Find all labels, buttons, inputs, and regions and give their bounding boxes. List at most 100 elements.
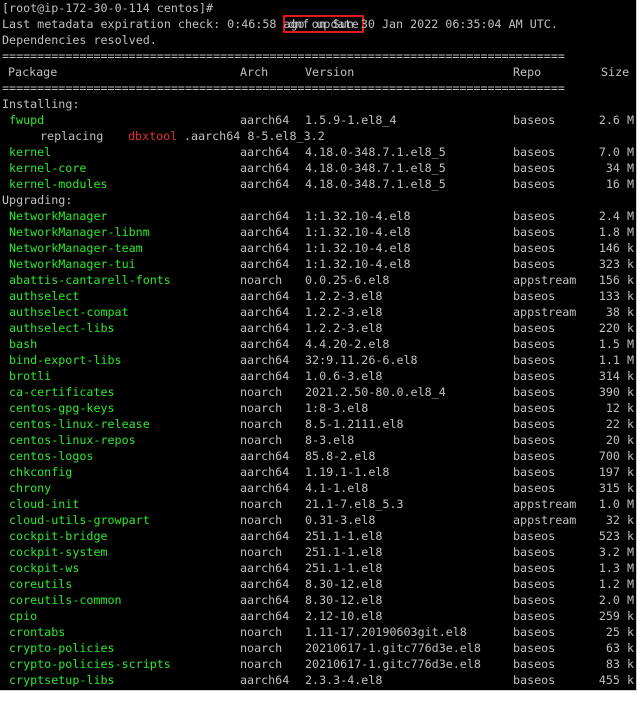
package-version: 1.11-17.20190603git.el8 bbox=[305, 625, 467, 639]
package-arch: aarch64 bbox=[240, 481, 290, 495]
package-repo: baseos bbox=[513, 161, 556, 175]
installing-list: fwupd aarch64 1.5.9-1.el8_4 baseos 2.6 M bbox=[0, 112, 636, 128]
package-size: 220 k bbox=[598, 321, 634, 335]
package-repo: appstream bbox=[513, 273, 577, 287]
package-row: chkconfig aarch64 1.19.1-1.el8 baseos 197 k bbox=[0, 464, 636, 480]
package-version: 4.18.0-348.7.1.el8_5 bbox=[305, 177, 446, 191]
package-arch: aarch64 bbox=[240, 241, 290, 255]
package-version: 2.3.3-4.el8 bbox=[305, 673, 383, 687]
metadata-text: Last metadata expiration check: 0:46:58 … bbox=[2, 17, 558, 31]
package-name: kernel bbox=[9, 145, 52, 159]
package-arch: aarch64 bbox=[240, 145, 290, 159]
package-size: 1.5 M bbox=[598, 337, 634, 351]
package-size: 3.2 M bbox=[598, 545, 634, 559]
package-arch: aarch64 bbox=[240, 449, 290, 463]
package-arch: noarch bbox=[240, 401, 283, 415]
package-repo: appstream bbox=[513, 305, 577, 319]
package-name: chrony bbox=[9, 481, 52, 495]
package-arch: aarch64 bbox=[240, 113, 290, 127]
package-version: 1.2.2-3.el8 bbox=[305, 289, 383, 303]
package-size: 133 k bbox=[598, 289, 634, 303]
package-arch: aarch64 bbox=[240, 465, 290, 479]
package-row: authselect-compat aarch64 1.2.2-3.el8 appst… bbox=[0, 304, 636, 320]
package-size: 22 k bbox=[605, 417, 634, 431]
package-repo: baseos bbox=[513, 433, 556, 447]
package-arch: aarch64 bbox=[240, 673, 290, 687]
package-version: 32:9.11.26-6.el8 bbox=[305, 353, 418, 367]
package-arch: noarch bbox=[240, 273, 283, 287]
package-size: 34 M bbox=[605, 161, 634, 175]
package-name: cpio bbox=[9, 609, 38, 623]
package-name: fwupd bbox=[9, 113, 45, 127]
package-size: 16 M bbox=[605, 177, 634, 191]
package-size: 390 k bbox=[598, 385, 634, 399]
package-version: 4.18.0-348.7.1.el8_5 bbox=[305, 145, 446, 159]
package-repo: baseos bbox=[513, 545, 556, 559]
package-size: 12 k bbox=[605, 401, 634, 415]
package-size: 20 k bbox=[605, 433, 634, 447]
package-version: 20210617-1.gitc776d3e.el8 bbox=[305, 657, 481, 671]
package-arch: aarch64 bbox=[240, 209, 290, 223]
package-size: 314 k bbox=[598, 369, 634, 383]
package-name: crypto-policies-scripts bbox=[9, 657, 171, 671]
package-repo: baseos bbox=[513, 225, 556, 239]
package-arch: noarch bbox=[240, 657, 283, 671]
package-name: abattis-cantarell-fonts bbox=[9, 273, 171, 287]
package-row: NetworkManager-tui aarch64 1:1.32.10-4.el8… bbox=[0, 256, 636, 272]
metadata-line: Last metadata expiration check: 0:46:58 … bbox=[0, 16, 636, 32]
package-row: ca-certificates noarch 2021.2.50-80.0.el8_… bbox=[0, 384, 636, 400]
package-row: cockpit-system noarch 251.1-1.el8 baseos 3.2… bbox=[0, 544, 636, 560]
package-version: 1.5.9-1.el8_4 bbox=[305, 113, 397, 127]
package-name: coreutils bbox=[9, 577, 73, 591]
package-row: crypto-policies noarch 20210617-1.gitc776d… bbox=[0, 640, 636, 656]
package-name: authselect-compat bbox=[9, 305, 129, 319]
package-version: 0.31-3.el8 bbox=[305, 513, 376, 527]
package-name: chkconfig bbox=[9, 465, 73, 479]
package-repo: baseos bbox=[513, 113, 556, 127]
package-version: 21.1-7.el8_5.3 bbox=[305, 497, 404, 511]
package-row: kernel-core aarch64 4.18.0-348.7.1.el8_5 ba… bbox=[0, 160, 636, 176]
replaced-package-details: .aarch64 8-5.el8_3.2 bbox=[184, 129, 325, 143]
package-row: cloud-utils-growpart noarch 0.31-3.el8 apps… bbox=[0, 512, 636, 528]
package-name: NetworkManager-tui bbox=[9, 257, 136, 271]
package-row: coreutils-common aarch64 8.30-12.el8 baseos… bbox=[0, 592, 636, 608]
package-repo: baseos bbox=[513, 289, 556, 303]
package-row: kernel-modules aarch64 4.18.0-348.7.1.el8_… bbox=[0, 176, 636, 192]
package-size: 32 k bbox=[605, 513, 634, 527]
package-repo: baseos bbox=[513, 241, 556, 255]
package-version: 2021.2.50-80.0.el8_4 bbox=[305, 385, 446, 399]
package-row: brotli aarch64 1.0.6-3.el8 baseos 314 k bbox=[0, 368, 636, 384]
package-arch: aarch64 bbox=[240, 353, 290, 367]
package-repo: baseos bbox=[513, 465, 556, 479]
package-repo: appstream bbox=[513, 497, 577, 511]
package-row: bash aarch64 4.4.20-2.el8 baseos 1.5 M bbox=[0, 336, 636, 352]
section-label: Installing: bbox=[2, 97, 80, 111]
package-version: 8.5-1.2111.el8 bbox=[305, 417, 404, 431]
package-repo: baseos bbox=[513, 449, 556, 463]
terminal-window[interactable]: [root@ip-172-30-0-114 centos]# dnf updat… bbox=[0, 0, 637, 691]
package-version: 0.0.25-6.el8 bbox=[305, 273, 390, 287]
package-name: ca-certificates bbox=[9, 385, 115, 399]
package-repo: baseos bbox=[513, 209, 556, 223]
section-label: Upgrading: bbox=[2, 193, 73, 207]
package-repo: baseos bbox=[513, 257, 556, 271]
package-arch: noarch bbox=[240, 497, 283, 511]
package-name: NetworkManager-libnm bbox=[9, 225, 150, 239]
package-arch: noarch bbox=[240, 545, 283, 559]
package-size: 1.8 M bbox=[598, 225, 634, 239]
package-arch: aarch64 bbox=[240, 529, 290, 543]
package-version: 1.2.2-3.el8 bbox=[305, 321, 383, 335]
package-repo: baseos bbox=[513, 593, 556, 607]
package-repo: baseos bbox=[513, 177, 556, 191]
package-arch: noarch bbox=[240, 625, 283, 639]
package-arch: noarch bbox=[240, 433, 283, 447]
package-size: 455 k bbox=[598, 673, 634, 687]
package-arch: aarch64 bbox=[240, 369, 290, 383]
package-row: centos-linux-repos noarch 8-3.el8 baseos 20 … bbox=[0, 432, 636, 448]
package-arch: aarch64 bbox=[240, 337, 290, 351]
replacing-line: replacing dbxtool .aarch64 8-5.el8_3.2 bbox=[0, 128, 636, 144]
package-arch: aarch64 bbox=[240, 305, 290, 319]
package-row: fwupd aarch64 1.5.9-1.el8_4 baseos 2.6 M bbox=[0, 112, 636, 128]
header-package: Package bbox=[8, 65, 58, 79]
table-header: Package Arch Version Repo Size bbox=[0, 64, 636, 80]
